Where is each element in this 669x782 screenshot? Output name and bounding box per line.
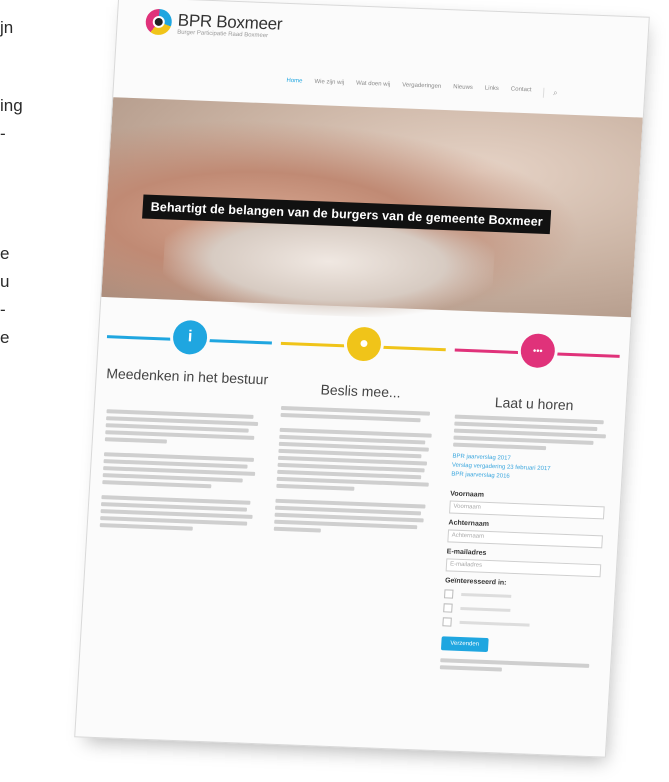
- search-icon[interactable]: ⌕: [543, 87, 561, 99]
- nav-item-home[interactable]: Home: [286, 78, 302, 89]
- fragment-text: jn: [0, 18, 14, 37]
- interest-checkbox[interactable]: [443, 603, 598, 618]
- nav-item[interactable]: Vergaderingen: [402, 82, 441, 93]
- fragment-text: ing: [0, 96, 23, 115]
- first-name-field[interactable]: Voornaam: [449, 500, 605, 520]
- fragment-text: u: [0, 272, 10, 291]
- column-title: Beslis mee...: [320, 381, 402, 401]
- fragment-text: e: [0, 328, 10, 347]
- nav-item[interactable]: Wat doen wij: [356, 81, 390, 92]
- column-meedenken: i Meedenken in het bestuur: [99, 317, 273, 531]
- fragment-text: e: [0, 244, 10, 263]
- send-button[interactable]: Verzenden: [440, 636, 489, 653]
- column-body: [99, 409, 262, 536]
- site-logo[interactable]: BPR Boxmeer Burger Participatie Raad Box…: [144, 8, 283, 39]
- column-body: [273, 405, 436, 540]
- interest-checkbox[interactable]: [443, 589, 599, 604]
- fragment-text: -: [0, 300, 6, 319]
- fragment-text: -: [0, 124, 6, 143]
- website-mockup: BPR Boxmeer Burger Participatie Raad Box…: [74, 0, 650, 758]
- logo-eye-icon: [144, 8, 173, 36]
- nav-item[interactable]: Links: [484, 86, 499, 97]
- interest-checkbox[interactable]: [442, 617, 597, 632]
- main-nav: Home Wie zijn wij Wat doen wij Vergaderi…: [286, 78, 561, 99]
- link-list: BPR jaarverslag 2017 Verslag vergadering…: [451, 453, 551, 484]
- person-icon: ●: [345, 326, 382, 362]
- column-laat-u-horen: ••• Laat u horen BPR jaarverslag 2017 Ve…: [439, 331, 621, 672]
- nav-item[interactable]: Nieuws: [453, 84, 473, 95]
- contact-form: Voornaam Voornaam Achternaam Achternaam …: [439, 484, 606, 678]
- email-field[interactable]: E-mailadres: [445, 558, 602, 578]
- column-title: Meedenken in het bestuur: [105, 365, 269, 388]
- interests-label: Geïnteresseerd in:: [444, 577, 507, 587]
- last-name-field[interactable]: Achternaam: [447, 529, 603, 549]
- nav-item[interactable]: Wie zijn wij: [314, 79, 344, 90]
- info-icon: i: [172, 319, 209, 355]
- column-title: Laat u horen: [494, 394, 574, 414]
- column-body: [453, 414, 610, 456]
- column-beslis-mee: ● Beslis mee...: [273, 324, 447, 533]
- nav-item[interactable]: Contact: [510, 87, 532, 98]
- speech-bubble-icon: •••: [519, 333, 556, 369]
